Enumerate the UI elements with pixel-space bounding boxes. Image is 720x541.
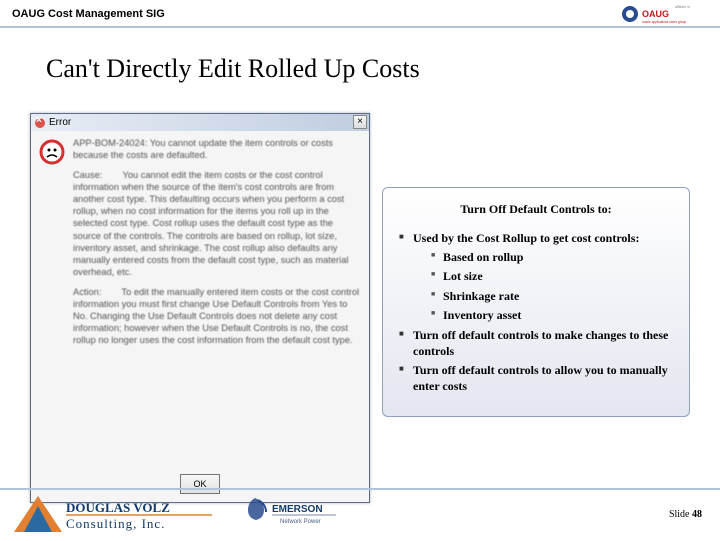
douglas-volz-logo: DOUGLAS VOLZ Consulting, Inc. [12,494,217,536]
dialog-message: APP-BOM-24024: You cannot update the ite… [73,137,361,354]
callout-subitem: Lot size [431,269,673,285]
header-rule [0,26,720,28]
ok-button[interactable]: OK [180,474,220,494]
callout-item: Used by the Cost Rollup to get cost cont… [399,231,673,324]
dialog-title: Error [49,117,71,128]
svg-text:oracle applications users grou: oracle applications users group [642,20,686,24]
callout-title: Turn Off Default Controls to: [399,202,673,217]
callout-subitem: Inventory asset [431,308,673,324]
error-dialog: Error × APP-BOM-24024: You cannot update… [30,113,370,503]
slide-number: Slide 48 [669,509,702,520]
slide-title: Can't Directly Edit Rolled Up Costs [46,54,420,84]
dialog-p2: Cause:You cannot edit the item costs or … [73,169,361,278]
emerson-logo: EMERSON Network Power [240,494,340,536]
callout-item: Turn off default controls to allow you t… [399,363,673,394]
callout-item: Turn off default controls to make change… [399,328,673,359]
callout-subitem: Shrinkage rate [431,289,673,305]
oaug-logo: OAUG oracle applications users group aff… [620,4,710,24]
svg-text:OAUG: OAUG [642,9,669,19]
header-title: OAUG Cost Management SIG [12,8,165,20]
dialog-p3: Action:To edit the manually entered item… [73,286,361,346]
svg-text:Consulting, Inc.: Consulting, Inc. [66,516,165,531]
dialog-p1: APP-BOM-24024: You cannot update the ite… [73,137,361,161]
callout-box: Turn Off Default Controls to: Used by th… [382,187,690,417]
svg-text:EMERSON: EMERSON [272,504,323,515]
svg-text:DOUGLAS VOLZ: DOUGLAS VOLZ [66,500,170,515]
close-icon[interactable]: × [353,115,367,129]
svg-text:affiliate of: affiliate of [675,5,690,9]
error-icon [39,137,73,354]
dialog-titlebar[interactable]: Error × [31,114,369,131]
callout-subitem: Based on rollup [431,250,673,266]
svg-text:Network Power: Network Power [280,519,321,525]
error-titlebar-icon [35,118,45,128]
footer-rule [0,488,720,490]
